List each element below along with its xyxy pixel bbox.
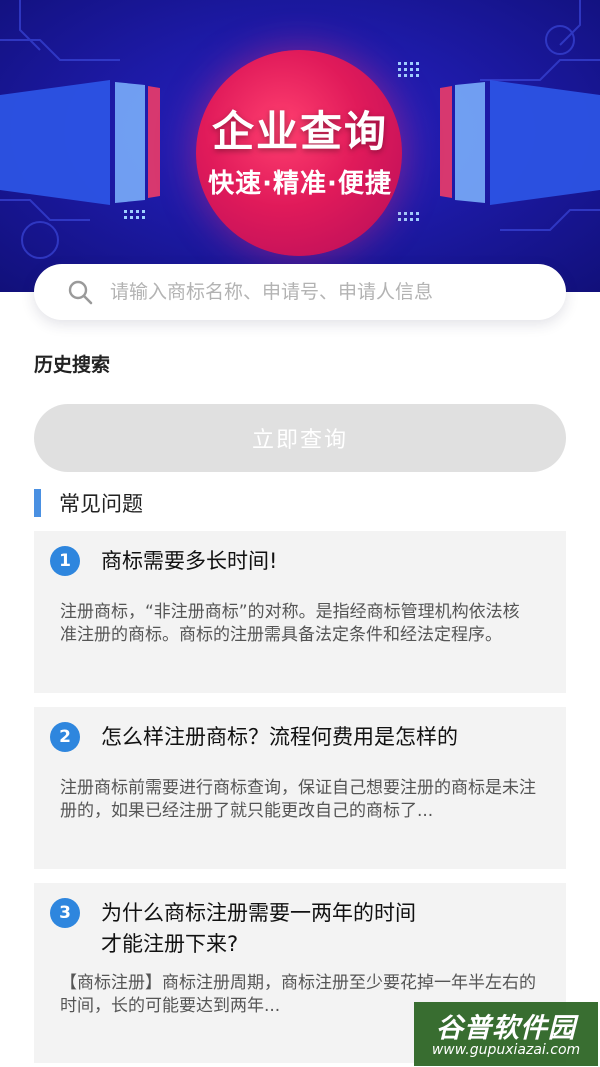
history-title: 历史搜索 — [34, 354, 111, 376]
banner-title: 企业查询 — [211, 107, 388, 156]
faq-question: 商标需要多长时间! — [101, 549, 278, 573]
search-bar[interactable] — [34, 264, 566, 320]
watermark: 谷普软件园 www.gupuxiazai.com — [414, 1002, 598, 1066]
search-input[interactable] — [108, 271, 566, 313]
banner-subtitle: 快速·精准·便捷 — [208, 169, 392, 199]
search-icon — [68, 280, 93, 305]
faq-question: 为什么商标注册需要一两年的时间 才能注册下来? — [101, 901, 416, 956]
faq-answer: 注册商标前需要进行商标查询，保证自己想要注册的商标是未注册的，如果已经注册了就只… — [60, 778, 536, 821]
watermark-url: www.gupuxiazai.com — [431, 1042, 581, 1058]
faq-card[interactable]: 1 商标需要多长时间! 注册商标，“非注册商标”的对称。是指经商标管理机构依法核… — [34, 531, 566, 693]
faq-header: 常见问题 — [34, 488, 143, 518]
faq-number-badge: 1 — [50, 546, 80, 576]
faq-number-badge: 3 — [50, 898, 80, 928]
faq-number-badge: 2 — [50, 722, 80, 752]
faq-card[interactable]: 2 怎么样注册商标？流程何费用是怎样的 注册商标前需要进行商标查询，保证自己想要… — [34, 707, 566, 869]
faq-title: 常见问题 — [59, 492, 143, 516]
query-button[interactable]: 立即查询 — [34, 404, 566, 472]
header-banner: 企业查询 快速·精准·便捷 — [0, 0, 600, 292]
faq-question: 怎么样注册商标？流程何费用是怎样的 — [101, 725, 458, 749]
section-bar — [34, 489, 41, 517]
watermark-brand: 谷普软件园 — [436, 1013, 576, 1044]
faq-answer: 注册商标，“非注册商标”的对称。是指经商标管理机构依法核准注册的商标。商标的注册… — [60, 602, 520, 645]
